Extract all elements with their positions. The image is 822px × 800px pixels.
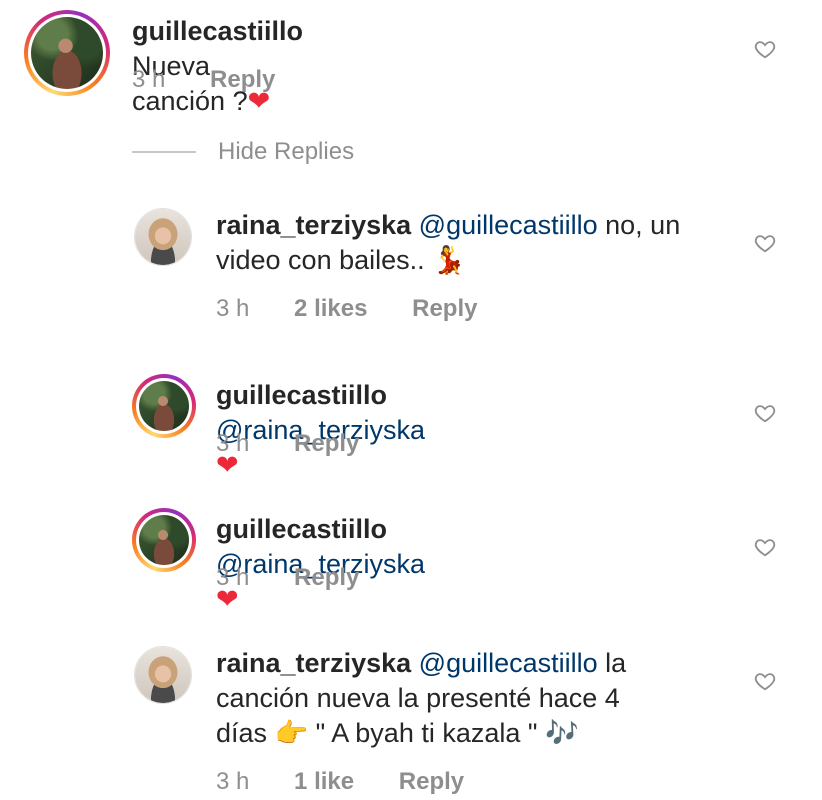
hide-replies-label: Hide Replies (218, 138, 355, 165)
heart-outline-icon[interactable] (754, 232, 776, 254)
comment-meta: 3 h Reply (216, 430, 397, 458)
heart-outline-icon[interactable] (754, 536, 776, 558)
comment-body-line2: video con bailes.. (216, 245, 433, 275)
likes-count[interactable]: 2 likes (294, 295, 367, 322)
comment-body: no, un (597, 210, 681, 240)
reply-button[interactable]: Reply (412, 295, 477, 322)
comment-meta: 3 h 1 like Reply (216, 768, 502, 796)
hide-replies-button[interactable]: Hide Replies (132, 137, 354, 167)
avatar[interactable] (132, 374, 196, 438)
music-notes-emoji: 🎶 (544, 718, 579, 748)
username[interactable]: raina_terziyska (216, 648, 411, 678)
dancer-emoji: 💃 (432, 245, 466, 275)
comment-body-line2: canción nueva la presenté hace 4 (216, 683, 620, 713)
username[interactable]: guillecastiillo (216, 514, 387, 544)
reply-button[interactable]: Reply (399, 768, 464, 795)
avatar[interactable] (134, 646, 192, 704)
comment-meta: 3 h Reply (216, 564, 397, 592)
username[interactable]: raina_terziyska (216, 210, 411, 240)
reply-button[interactable]: Reply (210, 66, 275, 93)
divider-line (132, 151, 196, 153)
username[interactable]: guillecastiillo (132, 16, 303, 46)
comment-body: la (597, 648, 627, 678)
username[interactable]: guillecastiillo (216, 380, 387, 410)
timestamp: 3 h (216, 564, 250, 591)
heart-outline-icon[interactable] (754, 402, 776, 424)
comment-meta: 3 h 2 likes Reply (216, 295, 515, 323)
comment-text: raina_terziyska @guillecastiillo la canc… (216, 646, 736, 751)
timestamp: 3 h (216, 768, 250, 795)
avatar[interactable] (24, 10, 110, 96)
timestamp: 3 h (216, 430, 250, 457)
comment-text: raina_terziyska @guillecastiillo no, un … (216, 208, 736, 278)
likes-count[interactable]: 1 like (294, 768, 354, 795)
reply-button[interactable]: Reply (294, 430, 359, 457)
avatar[interactable] (132, 508, 196, 572)
comment-body-line3-rest: " A byah ti kazala " (308, 718, 545, 748)
comment-body-line3: días (216, 718, 275, 748)
reply-button[interactable]: Reply (294, 564, 359, 591)
pointing-hand-emoji: 👉 (274, 718, 309, 748)
comment-meta: 3 h Reply (132, 66, 313, 94)
timestamp: 3 h (132, 66, 166, 93)
heart-outline-icon[interactable] (754, 670, 776, 692)
avatar[interactable] (134, 208, 192, 266)
mention-link[interactable]: @guillecastiillo (419, 210, 598, 240)
mention-link[interactable]: @guillecastiillo (419, 648, 598, 678)
timestamp: 3 h (216, 295, 250, 322)
heart-outline-icon[interactable] (754, 38, 776, 60)
